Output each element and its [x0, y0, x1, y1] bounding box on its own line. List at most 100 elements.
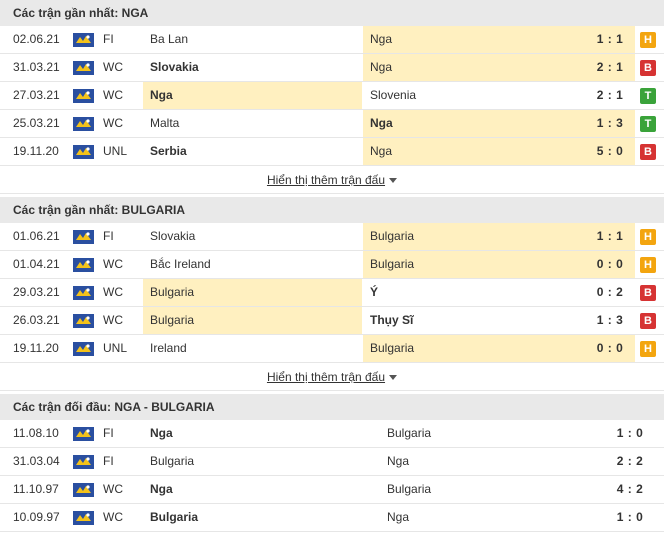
competition-code: FI [103, 32, 114, 46]
match-score: 1 : 3 [596, 116, 624, 130]
home-team: Ba Lan [150, 32, 189, 46]
home-team: Nga [150, 426, 173, 440]
match-date: 29.03.21 [13, 285, 60, 299]
match-date: 19.11.20 [13, 341, 59, 355]
match-score: 1 : 1 [596, 229, 624, 243]
match-date: 01.06.21 [13, 229, 60, 243]
competition-code: FI [103, 229, 114, 243]
away-team: Bulgaria [387, 426, 432, 440]
match-row[interactable]: 11.08.10 FI Nga Bulgaria 1 : 0 [0, 420, 664, 448]
home-team: Bulgaria [150, 510, 199, 524]
result-badge: B [640, 144, 656, 160]
home-team: Bulgaria [150, 285, 195, 299]
home-team: Serbia [150, 144, 187, 158]
match-score: 0 : 2 [596, 285, 624, 299]
match-row[interactable]: 10.09.97 WC Bulgaria Nga 1 : 0 [0, 504, 664, 532]
match-score: 4 : 2 [616, 482, 644, 496]
match-row[interactable]: 31.03.04 FI Bulgaria Nga 2 : 2 [0, 448, 664, 476]
match-row[interactable]: 19.11.20 UNL Ireland Bulgaria 0 : 0 H [0, 335, 664, 363]
match-row[interactable]: 11.10.97 WC Nga Bulgaria 4 : 2 [0, 476, 664, 504]
show-more-row: Hiển thị thêm trận đấu [0, 166, 664, 194]
home-team: Bulgaria [150, 454, 195, 468]
match-score: 5 : 0 [596, 144, 624, 158]
match-date: 11.08.10 [13, 426, 59, 440]
away-team: Bulgaria [370, 229, 415, 243]
match-score: 0 : 0 [596, 341, 624, 355]
away-team: Nga [387, 510, 410, 524]
home-team: Slovakia [150, 60, 199, 74]
home-team: Slovakia [150, 229, 196, 243]
result-badge: H [640, 32, 656, 48]
competition-flag-icon [73, 230, 94, 244]
home-team: Malta [150, 116, 180, 130]
match-row[interactable]: 27.03.21 WC Nga Slovenia 2 : 1 T [0, 82, 664, 110]
match-score: 0 : 0 [596, 257, 624, 271]
match-score: 1 : 1 [596, 32, 624, 46]
result-badge: H [640, 257, 656, 273]
match-score: 2 : 2 [616, 454, 644, 468]
competition-code: WC [103, 116, 123, 130]
competition-code: UNL [103, 341, 128, 355]
competition-flag-icon [73, 314, 94, 328]
match-row[interactable]: 26.03.21 WC Bulgaria Thụy Sĩ 1 : 3 B [0, 307, 664, 335]
match-date: 11.10.97 [13, 482, 59, 496]
result-badge: T [640, 88, 656, 104]
show-more-link[interactable]: Hiển thị thêm trận đấu [267, 173, 385, 187]
competition-code: WC [103, 88, 123, 102]
competition-flag-icon [73, 511, 94, 525]
competition-flag-icon [73, 61, 94, 75]
competition-code: WC [103, 257, 123, 271]
competition-code: WC [103, 285, 123, 299]
away-team: Thụy Sĩ [370, 313, 414, 327]
match-date: 26.03.21 [13, 313, 60, 327]
match-date: 10.09.97 [13, 510, 60, 524]
competition-flag-icon [73, 483, 94, 497]
match-date: 19.11.20 [13, 144, 59, 158]
competition-flag-icon [73, 455, 94, 469]
caret-down-icon[interactable] [389, 375, 398, 381]
match-row[interactable]: 01.06.21 FI Slovakia Bulgaria 1 : 1 H [0, 223, 664, 251]
caret-down-icon[interactable] [389, 178, 398, 184]
competition-flag-icon [73, 342, 94, 356]
match-row[interactable]: 31.03.21 WC Slovakia Nga 2 : 1 B [0, 54, 664, 82]
competition-code: UNL [103, 144, 128, 158]
show-more-link[interactable]: Hiển thị thêm trận đấu [267, 370, 385, 384]
competition-code: WC [103, 313, 123, 327]
away-team: Nga [370, 60, 393, 74]
match-row[interactable]: 29.03.21 WC Bulgaria Ý 0 : 2 B [0, 279, 664, 307]
home-team: Ireland [150, 341, 187, 355]
match-row[interactable]: 01.04.21 WC Bắc Ireland Bulgaria 0 : 0 H [0, 251, 664, 279]
away-team: Nga [387, 454, 410, 468]
away-team: Nga [370, 32, 393, 46]
match-score: 2 : 1 [596, 60, 624, 74]
match-date: 25.03.21 [13, 116, 60, 130]
match-row[interactable]: 02.06.21 FI Ba Lan Nga 1 : 1 H [0, 26, 664, 54]
result-badge: H [640, 341, 656, 357]
home-team: Bulgaria [150, 313, 195, 327]
section-title: Các trận gần nhất: NGA [0, 0, 664, 26]
away-team: Bulgaria [387, 482, 432, 496]
competition-flag-icon [73, 145, 94, 159]
section-title: Các trận gần nhất: BULGARIA [0, 197, 664, 223]
away-team: Bulgaria [370, 257, 415, 271]
section-title: Các trận đối đầu: NGA - BULGARIA [0, 394, 664, 420]
home-team: Nga [150, 88, 173, 102]
competition-flag-icon [73, 117, 94, 131]
match-score: 1 : 3 [596, 313, 624, 327]
competition-code: FI [103, 426, 114, 440]
match-date: 31.03.21 [13, 60, 60, 74]
match-score: 2 : 1 [596, 88, 624, 102]
match-score: 1 : 0 [616, 426, 644, 440]
result-badge: H [640, 229, 656, 245]
match-row[interactable]: 19.11.20 UNL Serbia Nga 5 : 0 B [0, 138, 664, 166]
result-badge: B [640, 285, 656, 301]
show-more-row: Hiển thị thêm trận đấu [0, 363, 664, 391]
competition-code: WC [103, 60, 123, 74]
match-row[interactable]: 25.03.21 WC Malta Nga 1 : 3 T [0, 110, 664, 138]
match-date: 01.04.21 [13, 257, 60, 271]
competition-flag-icon [73, 33, 94, 47]
competition-code: WC [103, 482, 123, 496]
competition-flag-icon [73, 286, 94, 300]
competition-code: FI [103, 454, 114, 468]
away-team: Ý [370, 285, 379, 299]
